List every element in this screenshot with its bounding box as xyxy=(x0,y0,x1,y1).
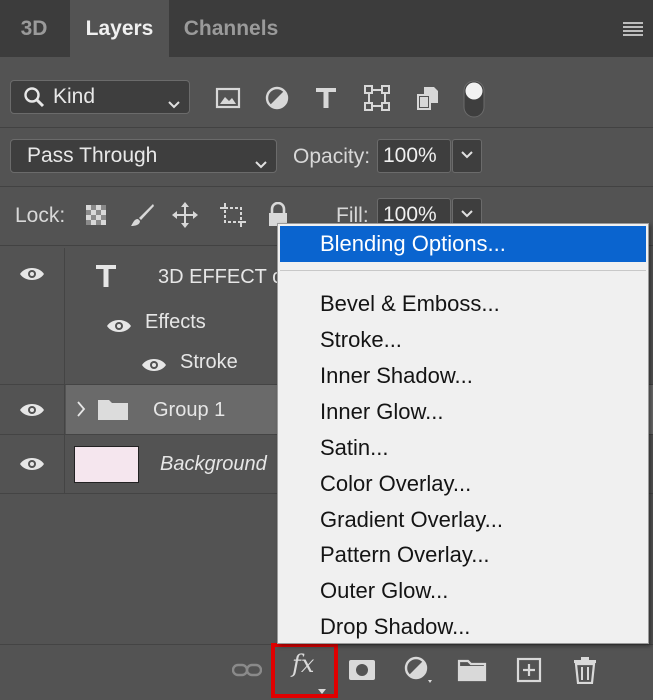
panel-menu-icon[interactable] xyxy=(623,22,643,36)
menu-separator xyxy=(280,270,646,271)
tab-layers[interactable]: Layers xyxy=(70,0,169,57)
menu-item-stroke[interactable]: Stroke... xyxy=(280,322,646,358)
opacity-input[interactable]: 100% xyxy=(377,139,451,173)
background-layer-name: Background xyxy=(160,453,267,475)
search-icon xyxy=(23,86,45,108)
opacity-label: Opacity: xyxy=(293,145,371,168)
smart-object-filter-icon[interactable] xyxy=(414,84,442,112)
background-thumbnail xyxy=(74,446,139,483)
visibility-eye-icon[interactable] xyxy=(0,435,65,493)
effects-eye-icon[interactable] xyxy=(106,318,132,339)
link-layers-icon[interactable] xyxy=(231,654,263,686)
chevron-down-icon xyxy=(460,147,474,165)
menu-item-inner-shadow[interactable]: Inner Shadow... xyxy=(280,358,646,394)
chevron-right-icon[interactable] xyxy=(76,400,86,423)
visibility-eye-icon[interactable] xyxy=(0,385,65,434)
stroke-effect-label: Stroke xyxy=(180,351,238,373)
image-filter-icon[interactable] xyxy=(214,84,242,112)
adjustment-layer-icon[interactable] xyxy=(402,654,434,686)
delete-layer-trash-icon[interactable] xyxy=(569,654,601,686)
panel-tab-bar: 3D Layers Channels xyxy=(0,0,653,57)
filter-toggle-switch[interactable] xyxy=(463,80,485,118)
visibility-eye-icon[interactable] xyxy=(0,248,65,384)
new-group-folder-icon[interactable] xyxy=(456,654,488,686)
fx-button[interactable]: fx xyxy=(292,650,314,678)
tab-3d[interactable]: 3D xyxy=(0,0,68,57)
shape-filter-icon[interactable] xyxy=(363,84,391,112)
lock-label: Lock: xyxy=(15,204,66,227)
new-layer-icon[interactable] xyxy=(513,654,545,686)
menu-item-blending-options[interactable]: Blending Options... xyxy=(280,226,646,262)
effects-label: Effects xyxy=(145,311,206,333)
text-layer-name: 3D EFFECT c xyxy=(158,266,283,288)
add-mask-icon[interactable] xyxy=(346,654,378,686)
fx-dropdown-arrow-icon xyxy=(318,681,326,699)
lock-artboard-icon[interactable] xyxy=(219,201,247,229)
tab-channels[interactable]: Channels xyxy=(169,0,293,57)
menu-item-color-overlay[interactable]: Color Overlay... xyxy=(280,466,646,502)
chevron-down-icon xyxy=(254,152,268,176)
lock-image-pixels-icon[interactable] xyxy=(128,201,156,229)
menu-item-inner-glow[interactable]: Inner Glow... xyxy=(280,394,646,430)
group-layer-name: Group 1 xyxy=(153,399,226,421)
opacity-dropdown-button[interactable] xyxy=(452,139,482,173)
lock-transparent-pixels-icon[interactable] xyxy=(82,201,110,229)
blend-mode-select[interactable]: Pass Through xyxy=(10,139,277,173)
folder-icon xyxy=(97,397,129,426)
chevron-down-icon xyxy=(167,92,181,116)
filter-kind-select[interactable]: Kind xyxy=(10,80,190,114)
filter-kind-label: Kind xyxy=(53,85,96,108)
menu-item-outer-glow[interactable]: Outer Glow... xyxy=(280,573,646,609)
lock-position-icon[interactable] xyxy=(171,201,199,229)
stroke-eye-icon[interactable] xyxy=(141,357,167,378)
type-filter-icon[interactable] xyxy=(312,84,340,112)
blend-mode-value: Pass Through xyxy=(27,144,158,167)
type-layer-icon xyxy=(95,264,117,293)
layer-style-context-menu: Blending Options... Bevel & Emboss... St… xyxy=(277,223,649,644)
menu-item-bevel-emboss[interactable]: Bevel & Emboss... xyxy=(280,286,646,322)
chevron-down-icon xyxy=(460,206,474,224)
menu-item-pattern-overlay[interactable]: Pattern Overlay... xyxy=(280,537,646,573)
menu-item-satin[interactable]: Satin... xyxy=(280,430,646,466)
adjustment-filter-icon[interactable] xyxy=(263,84,291,112)
menu-item-gradient-overlay[interactable]: Gradient Overlay... xyxy=(280,502,646,538)
menu-item-drop-shadow[interactable]: Drop Shadow... xyxy=(280,609,646,645)
